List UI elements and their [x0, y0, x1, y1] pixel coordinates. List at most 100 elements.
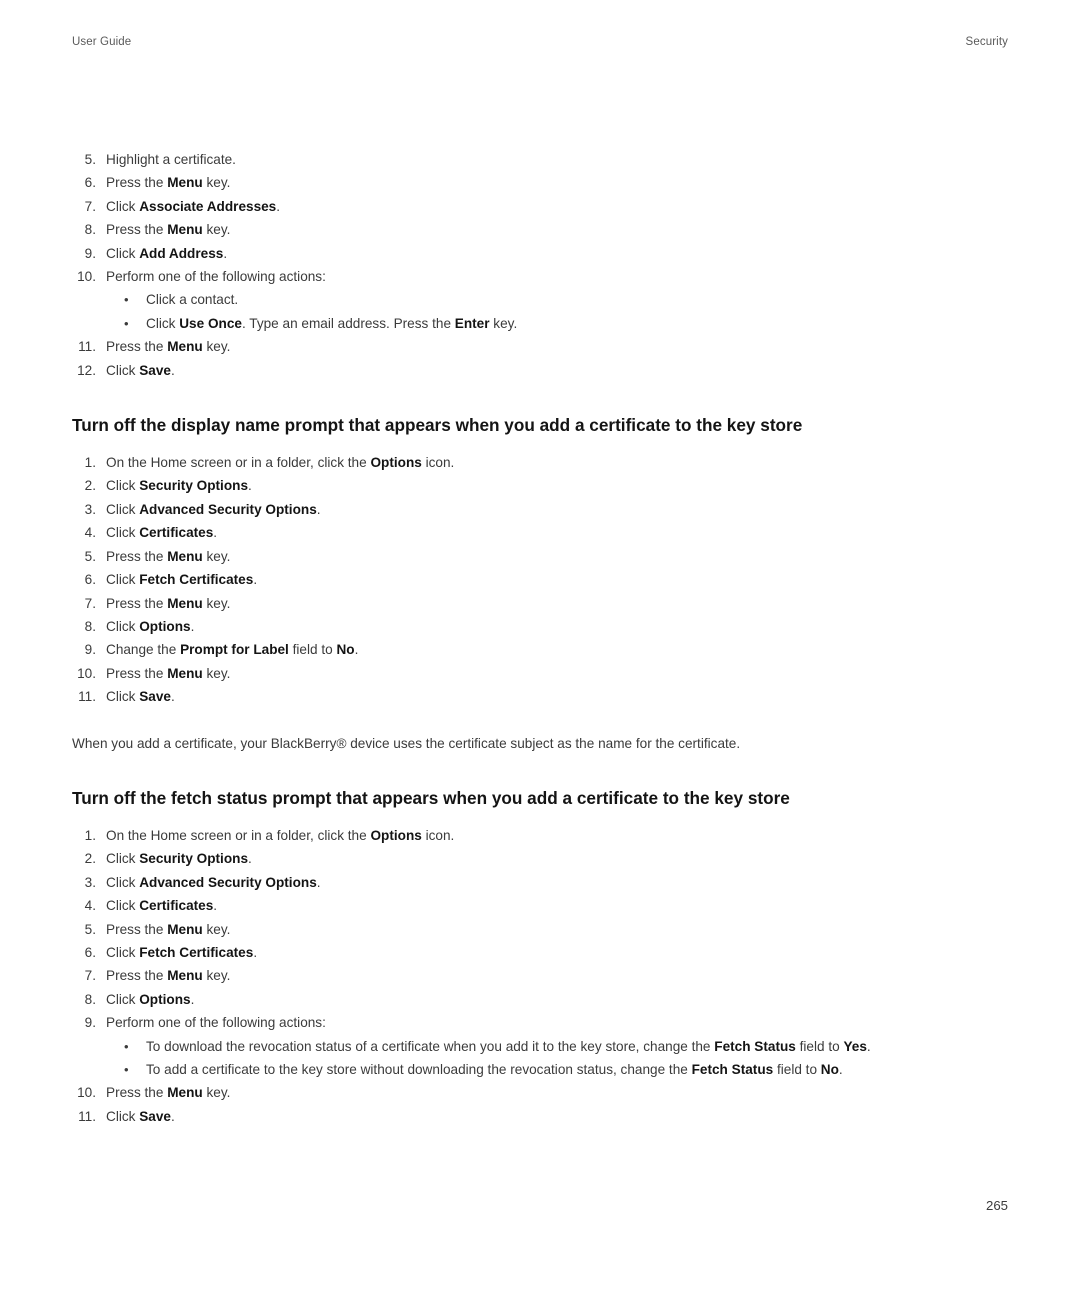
list-item-text: Press the Menu key.	[106, 592, 1008, 615]
emphasis-text: Menu	[167, 921, 203, 937]
list-item-number: 6.	[84, 944, 96, 960]
plain-text: .	[866, 1038, 871, 1054]
plain-text: .	[253, 572, 258, 588]
plain-text: .	[190, 618, 195, 634]
list-item: 5. Press the Menu key.	[72, 918, 1008, 941]
list-item-text: Click Certificates.	[106, 894, 1008, 917]
emphasis-text: Options	[139, 991, 191, 1007]
list-item-number: 7.	[84, 968, 96, 984]
list-item: 5. Highlight a certificate.	[72, 148, 1008, 171]
plain-text: .	[213, 898, 218, 914]
emphasis-text: Save	[139, 362, 171, 378]
list-item: 11. Click Save.	[72, 1105, 1008, 1128]
list-item: 7. Click Associate Addresses.	[72, 195, 1008, 218]
emphasis-text: Fetch Status	[714, 1038, 796, 1054]
bullet-dot-icon: •	[124, 1038, 129, 1054]
plain-text: key.	[202, 548, 231, 564]
list-item-number: 12.	[77, 362, 96, 378]
list-item-number: 3.	[84, 501, 96, 517]
emphasis-text: Menu	[167, 665, 203, 681]
list-item: 2. Click Security Options.	[72, 474, 1008, 497]
emphasis-text: Use Once	[179, 315, 242, 331]
list-item-number: 3.	[84, 874, 96, 890]
plain-text: key.	[202, 175, 231, 191]
plain-text: key.	[489, 315, 518, 331]
emphasis-text: Save	[139, 689, 171, 705]
emphasis-text: Menu	[167, 968, 203, 984]
plain-text: key.	[202, 921, 231, 937]
sub-bullet-list: • To download the revocation status of a …	[72, 1035, 1008, 1082]
list-item: 3. Click Advanced Security Options.	[72, 871, 1008, 894]
plain-text: key.	[202, 968, 231, 984]
list-item-number: 9.	[84, 1015, 96, 1031]
plain-text: .	[190, 991, 195, 1007]
plain-text: Change the	[106, 642, 181, 658]
plain-text: Press the	[106, 339, 168, 355]
list-item: 10. Perform one of the following actions:	[72, 265, 1008, 288]
plain-text: Press the	[106, 222, 168, 238]
running-header: User Guide Security	[72, 36, 1008, 52]
list-item-text: Click Certificates.	[106, 521, 1008, 544]
list-item: 8. Click Options.	[72, 615, 1008, 638]
emphasis-text: Security Options	[139, 478, 249, 494]
list-item: 1. On the Home screen or in a folder, cli…	[72, 451, 1008, 474]
list-item-number: 8.	[84, 618, 96, 634]
plain-text: To download the revocation status of a c…	[146, 1038, 715, 1054]
list-item: 1. On the Home screen or in a folder, cli…	[72, 824, 1008, 847]
plain-text: key.	[202, 222, 231, 238]
plain-text: On the Home screen or in a folder, click…	[106, 827, 371, 843]
emphasis-text: Advanced Security Options	[139, 501, 317, 517]
plain-text: Click	[146, 315, 180, 331]
plain-text: Press the	[106, 548, 168, 564]
list-item: 5. Press the Menu key.	[72, 545, 1008, 568]
list-item: 10. Press the Menu key.	[72, 1081, 1008, 1104]
emphasis-text: Add Address	[139, 245, 224, 261]
heading-display-name-prompt: Turn off the display name prompt that ap…	[72, 415, 803, 436]
plain-text: field to	[288, 642, 337, 658]
plain-text: Click	[106, 618, 140, 634]
plain-text: .	[213, 525, 218, 541]
plain-text: Click	[106, 991, 140, 1007]
plain-text: icon.	[421, 455, 455, 471]
list-item: 11. Press the Menu key.	[72, 335, 1008, 358]
list-item-text: Press the Menu key.	[106, 335, 1008, 358]
list-item-text: Click Security Options.	[106, 847, 1008, 870]
list-item-number: 1.	[84, 455, 96, 471]
plain-text: .	[248, 851, 252, 867]
list-item-text: Click Security Options.	[106, 474, 1008, 497]
bullet-dot-icon: •	[124, 1062, 129, 1077]
list-item-text: Highlight a certificate.	[106, 148, 1008, 171]
plain-text: Click	[106, 874, 140, 890]
bullet-list-item: • To add a certificate to the key store w…	[72, 1058, 1008, 1081]
emphasis-text: Menu	[167, 175, 203, 191]
plain-text: .	[316, 874, 321, 890]
list-item: 11. Click Save.	[72, 685, 1008, 708]
bullet-list-item: • To download the revocation status of a …	[72, 1035, 1008, 1058]
plain-text: .	[170, 362, 175, 378]
list-item-number: 1.	[84, 827, 96, 843]
plain-text: key.	[202, 595, 231, 611]
emphasis-text: Save	[139, 1108, 171, 1124]
plain-text: Press the	[106, 921, 168, 937]
list-item: 9. Change the Prompt for Label field to N…	[72, 638, 1008, 661]
bullet-dot-icon: •	[124, 292, 129, 308]
list-item-text: Perform one of the following actions:	[106, 1011, 1008, 1034]
list-item: 3. Click Advanced Security Options.	[72, 498, 1008, 521]
list-item-number: 4.	[84, 525, 96, 541]
emphasis-text: Enter	[454, 315, 490, 331]
list-item-text: Change the Prompt for Label field to No.	[106, 638, 1008, 661]
list-item-number: 7.	[84, 595, 96, 611]
list-item: 8. Press the Menu key.	[72, 218, 1008, 241]
list-item-text: Click Associate Addresses.	[106, 195, 1008, 218]
plain-text: Click	[106, 501, 140, 517]
list-item-text: Click Advanced Security Options.	[106, 498, 1008, 521]
plain-text: Click	[106, 362, 140, 378]
emphasis-text: Fetch Certificates	[139, 572, 254, 588]
list-item-number: 11.	[78, 1108, 96, 1124]
bullet-list-item: • Click a contact.	[72, 288, 1008, 311]
bullet-list-item: • Click Use Once. Type an email address. …	[72, 312, 1008, 335]
list-item-number: 4.	[84, 898, 96, 914]
list-item-text: Click Add Address.	[106, 242, 1008, 265]
list-item-number: 6.	[84, 572, 96, 588]
emphasis-text: Certificates	[139, 898, 214, 914]
